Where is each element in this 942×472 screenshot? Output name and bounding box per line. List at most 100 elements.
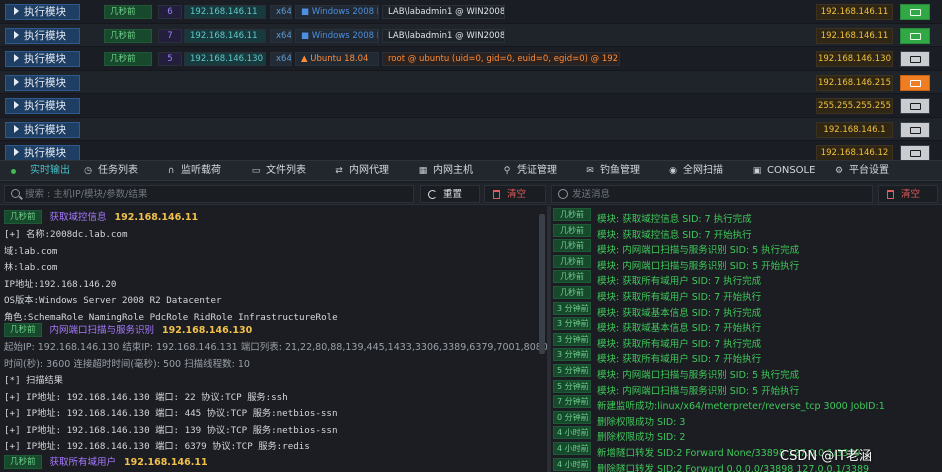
tab-headset[interactable]: ∩ 监听载荷 bbox=[157, 161, 242, 181]
message-item: 3 分钟前 模块: 获取域基本信息 SID: 7 执行完成 bbox=[553, 301, 761, 319]
message-time: 0 分钟前 bbox=[553, 410, 591, 424]
tab-mail[interactable]: ✉ 钓鱼管理 bbox=[576, 161, 659, 181]
shuffle-icon: ⇄ bbox=[335, 166, 343, 176]
host-ip-badge: 192.168.146.130 bbox=[816, 51, 893, 67]
output-line: [*] 扫描结果 bbox=[4, 375, 63, 386]
session-row[interactable]: 执行模块 几秒前 7 192.168.146.11 x64 ■ Windows 2008 … bbox=[0, 23, 942, 47]
message-box[interactable] bbox=[551, 185, 873, 203]
session-state-toggle[interactable] bbox=[900, 51, 930, 67]
clear-output-button[interactable]: 清空 bbox=[484, 185, 546, 203]
session-os: ■ Windows 2008 R2 bbox=[295, 28, 379, 43]
play-icon bbox=[14, 148, 19, 156]
execute-label: 执行模块 bbox=[24, 123, 66, 136]
play-icon bbox=[14, 77, 19, 86]
execute-label: 执行模块 bbox=[24, 147, 66, 159]
execute-module-button[interactable]: 执行模块 bbox=[5, 51, 80, 67]
watermark: CSDN @IT老涵 bbox=[780, 449, 872, 464]
message-time: 几秒前 bbox=[553, 223, 591, 237]
tab-gear[interactable]: ⚙ 平台设置 bbox=[825, 161, 907, 181]
tab-key[interactable]: ⚲ 凭证管理 bbox=[493, 161, 576, 181]
session-id: 5 bbox=[158, 52, 182, 66]
host-ip-badge: 192.168.146.215 bbox=[816, 74, 893, 91]
tab-bar: 实时输出 ◷ 任务列表 ∩ 监听载荷 ▭ 文件列表 ⇄ 内网代理 ▦ 内网主机 ⚲ 凭证管理 ✉ 钓鱼管理 ◉… bbox=[0, 160, 942, 181]
output-pane[interactable]: 几秒前 获取域控信息 192.168.146.11 [+] 名称:2008dc.la… bbox=[0, 206, 547, 472]
search-input[interactable] bbox=[25, 186, 405, 202]
module-title: 获取域控信息 bbox=[49, 212, 107, 223]
scan-params-line: 时间(秒): 3600 连接超时时间(毫秒): 500 扫描线程数: 10 bbox=[4, 359, 250, 370]
execute-module-button[interactable]: 执行模块 bbox=[5, 4, 80, 20]
message-time: 4 小时前 bbox=[553, 426, 591, 440]
message-pane[interactable]: 几秒前 模块: 获取域控信息 SID: 7 执行完成 几秒前 模块: 获取域控信息 S… bbox=[551, 206, 942, 472]
session-row[interactable]: 执行模块 几秒前 5 192.168.146.130 x64 ▲ Ubuntu 18.04… bbox=[0, 47, 942, 71]
tab-clock[interactable]: ◷ 任务列表 bbox=[74, 161, 157, 181]
windows-icon: ■ bbox=[301, 30, 312, 41]
message-time: 7 分钟前 bbox=[553, 395, 591, 409]
tab-label: 内网主机 bbox=[433, 165, 473, 176]
clear-messages-button[interactable]: 清空 bbox=[878, 185, 938, 203]
os-label: Windows 2008 R2 bbox=[311, 7, 378, 17]
monitor-icon bbox=[910, 150, 921, 157]
message-input[interactable] bbox=[572, 186, 862, 202]
monitor-icon bbox=[910, 103, 921, 110]
message-item: 3 分钟前 模块: 获取所有域用户 SID: 7 执行完成 bbox=[553, 332, 761, 350]
windows-icon: ■ bbox=[301, 7, 312, 17]
search-box[interactable] bbox=[4, 185, 414, 203]
play-icon bbox=[14, 30, 19, 39]
message-time: 几秒前 bbox=[553, 208, 591, 221]
tab-folder[interactable]: ▭ 文件列表 bbox=[242, 161, 325, 181]
tab-label: 凭证管理 bbox=[517, 165, 557, 176]
session-row[interactable]: 执行模块 192.168.146.215 bbox=[0, 70, 942, 94]
message-item: 几秒前 模块: 获取所有域用户 SID: 7 执行完成 bbox=[553, 270, 761, 287]
tab-label: 监听载荷 bbox=[181, 165, 221, 176]
execute-module-button[interactable]: 执行模块 bbox=[5, 145, 80, 161]
host-ip-badge: 192.168.146.11 bbox=[816, 27, 893, 44]
session-time: 几秒前 bbox=[104, 28, 152, 43]
module-ip: 192.168.146.130 bbox=[162, 325, 253, 336]
message-item: 0 分钟前 删除权限成功 SID: 3 bbox=[553, 410, 685, 428]
message-item: 4 小时前 删除权限成功 SID: 2 bbox=[553, 426, 685, 443]
reset-label: 重置 bbox=[443, 189, 463, 200]
reset-button[interactable]: 重置 bbox=[420, 185, 480, 203]
session-user: root @ ubuntu (uid=0, gid=0, euid=0, egi… bbox=[382, 52, 620, 66]
session-state-toggle[interactable] bbox=[900, 27, 930, 44]
output-scrollbar[interactable] bbox=[539, 214, 545, 354]
execute-module-button[interactable]: 执行模块 bbox=[5, 74, 80, 91]
trash-icon bbox=[887, 190, 894, 199]
session-row[interactable]: 执行模块 255.255.255.255 bbox=[0, 94, 942, 118]
execute-module-button[interactable]: 执行模块 bbox=[5, 121, 80, 138]
message-time: 几秒前 bbox=[553, 239, 591, 253]
play-icon bbox=[14, 101, 19, 109]
monitor-icon bbox=[910, 56, 921, 63]
session-state-toggle[interactable] bbox=[900, 98, 930, 114]
play-icon bbox=[14, 54, 19, 62]
message-time: 3 分钟前 bbox=[553, 317, 591, 331]
monitor-icon bbox=[910, 126, 921, 134]
message-item: 7 分钟前 新建监听成功:linux/x64/meterpreter/revers… bbox=[553, 395, 885, 412]
tab-shuffle[interactable]: ⇄ 内网代理 bbox=[325, 161, 409, 181]
output-line: OS版本:Windows Server 2008 R2 Datacenter bbox=[4, 295, 222, 306]
time-badge: 几秒前 bbox=[4, 455, 42, 469]
time-badge: 几秒前 bbox=[4, 323, 42, 337]
session-state-toggle[interactable] bbox=[900, 121, 930, 138]
scan-params-line: 起始IP: 192.168.146.130 结束IP: 192.168.146.… bbox=[4, 342, 547, 353]
execute-label: 执行模块 bbox=[24, 29, 66, 42]
session-state-toggle[interactable] bbox=[900, 74, 930, 91]
tab-radar[interactable]: ◉ 全网扫描 bbox=[659, 161, 743, 181]
gear-icon: ⚙ bbox=[834, 166, 844, 176]
execute-module-button[interactable]: 执行模块 bbox=[5, 27, 80, 44]
tab-dot[interactable]: 实时输出 bbox=[0, 161, 74, 181]
toolbar: 重置 清空 清空 bbox=[0, 183, 942, 205]
execute-module-button[interactable]: 执行模块 bbox=[5, 98, 80, 114]
key-icon: ⚲ bbox=[503, 166, 511, 176]
tab-terminal[interactable]: ▣ CONSOLE bbox=[743, 161, 825, 181]
module-ip: 192.168.146.11 bbox=[114, 212, 199, 223]
play-icon bbox=[14, 124, 19, 133]
output-line: [+] IP地址: 192.168.146.130 端口: 6379 协议:TC… bbox=[4, 441, 310, 452]
tab-grid[interactable]: ▦ 内网主机 bbox=[409, 161, 493, 181]
session-state-toggle[interactable] bbox=[900, 145, 930, 161]
session-state-toggle[interactable] bbox=[900, 4, 930, 20]
message-item: 几秒前 模块: 获取所有域用户 SID: 7 开始执行 bbox=[553, 286, 761, 303]
tab-label: 任务列表 bbox=[98, 165, 138, 176]
session-row[interactable]: 执行模块 几秒前 6 192.168.146.11 x64 ■ Windows 2008 … bbox=[0, 0, 942, 24]
session-row[interactable]: 执行模块 192.168.146.1 bbox=[0, 117, 942, 141]
